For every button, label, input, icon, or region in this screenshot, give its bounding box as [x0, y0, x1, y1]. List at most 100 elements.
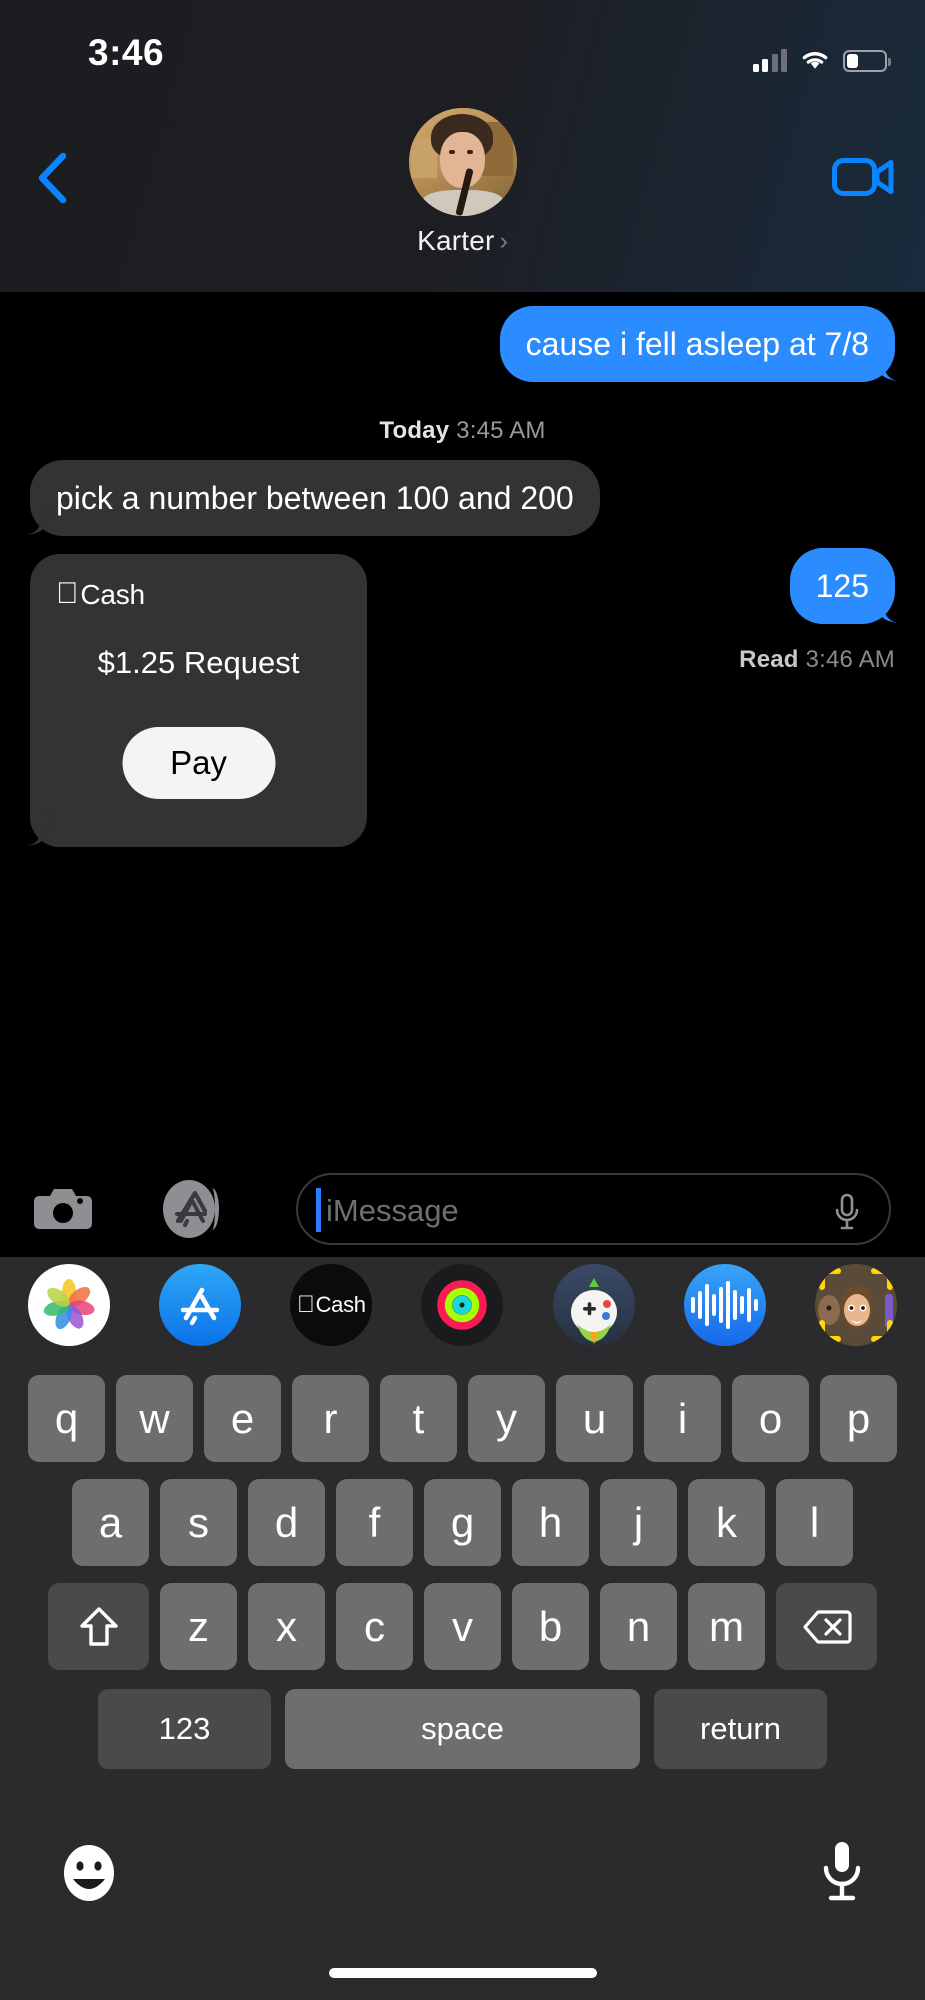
key-f[interactable]: f: [336, 1479, 413, 1566]
apple-cash-amount: $1.25 Request: [97, 645, 300, 680]
audio-message-app-icon[interactable]: [683, 1264, 766, 1346]
key-h[interactable]: h: [512, 1479, 589, 1566]
chevron-left-icon: [38, 152, 67, 204]
shift-arrow-icon: [79, 1606, 118, 1646]
dictation-key[interactable]: [817, 1838, 867, 1906]
bubble-tail-icon: [874, 348, 908, 382]
wifi-icon: [800, 48, 830, 72]
pay-button[interactable]: Pay: [122, 727, 275, 799]
emoji-key[interactable]: [58, 1842, 120, 1904]
camera-icon: [34, 1189, 92, 1229]
status-bar: 3:46: [0, 0, 925, 95]
key-g[interactable]: g: [424, 1479, 501, 1566]
contact-header[interactable]: Karter ›: [408, 108, 517, 257]
key-r[interactable]: r: [292, 1375, 369, 1462]
camera-button[interactable]: [33, 1184, 93, 1234]
navigation-bar: 3:46 Karter ›: [0, 0, 925, 292]
home-indicator: [328, 1968, 597, 1978]
apple-logo-icon: : [56, 578, 79, 609]
app-store-icon: [175, 1190, 208, 1227]
message-input-bar: iMessage: [0, 1162, 925, 1257]
back-button[interactable]: [26, 148, 78, 208]
day-divider: Today 3:45 AM: [0, 417, 925, 445]
key-p[interactable]: p: [820, 1375, 897, 1462]
keyboard-row-4: 123 space return: [0, 1670, 925, 1769]
read-receipt-label: Read: [739, 646, 799, 673]
key-x[interactable]: x: [248, 1583, 325, 1670]
key-u[interactable]: u: [556, 1375, 633, 1462]
keyboard-row-2: a s d f g h j k l: [0, 1462, 925, 1566]
emoji-smiley-icon: [64, 1845, 114, 1901]
key-b[interactable]: b: [512, 1583, 589, 1670]
audio-message-button[interactable]: [831, 1192, 863, 1232]
read-receipt-time: 3:46 AM: [805, 646, 895, 673]
keyboard-bottom-bar: [0, 1820, 925, 2000]
message-bubble-sent[interactable]: cause i fell asleep at 7/8: [499, 306, 895, 383]
key-k[interactable]: k: [688, 1479, 765, 1566]
apple-cash-app-label: Cash: [306, 1292, 366, 1317]
message-placeholder: iMessage: [326, 1193, 459, 1228]
key-v[interactable]: v: [424, 1583, 501, 1670]
delete-backspace-icon: [802, 1609, 852, 1644]
numbers-key[interactable]: 123: [98, 1689, 271, 1769]
shift-key[interactable]: [48, 1583, 149, 1670]
on-screen-keyboard[interactable]: q w e r t y u i o p a s d f g h j k l z …: [0, 1353, 925, 2000]
key-c[interactable]: c: [336, 1583, 413, 1670]
message-row-sent: 125: [789, 548, 898, 625]
messages-screen: 3:46 Karter › cause i fell asleep at 7/8…: [0, 0, 925, 2000]
apple-cash-brand:  Cash: [56, 578, 145, 611]
read-receipt: Read 3:46 AM: [739, 646, 895, 674]
message-row-sent: cause i fell asleep at 7/8: [499, 306, 898, 383]
day-divider-label: Today: [379, 417, 450, 444]
chevron-right-icon: ›: [499, 227, 508, 255]
app-store-app-icon[interactable]: [159, 1264, 242, 1346]
status-indicators: [752, 40, 891, 72]
keyboard-row-1: q w e r t y u i o p: [0, 1353, 925, 1462]
avatar[interactable]: [408, 108, 517, 216]
key-s[interactable]: s: [160, 1479, 237, 1566]
fitness-app-icon[interactable]: [421, 1264, 504, 1346]
key-a[interactable]: a: [72, 1479, 149, 1566]
key-i[interactable]: i: [644, 1375, 721, 1462]
key-t[interactable]: t: [380, 1375, 457, 1462]
memoji-app-icon[interactable]: [814, 1264, 897, 1346]
cellular-signal-icon: [752, 48, 787, 72]
status-time: 3:46: [88, 32, 165, 73]
apps-button[interactable]: [157, 1180, 219, 1238]
bubble-tail-icon: [17, 813, 51, 847]
message-bubble-received[interactable]: pick a number between 100 and 200: [30, 460, 600, 537]
return-key[interactable]: return: [654, 1689, 827, 1769]
apple-cash-card[interactable]:  Cash $1.25 Request Pay: [27, 554, 367, 847]
message-row-received: pick a number between 100 and 200: [27, 460, 600, 537]
key-o[interactable]: o: [732, 1375, 809, 1462]
key-m[interactable]: m: [688, 1583, 765, 1670]
video-camera-icon: [832, 158, 894, 196]
key-l[interactable]: l: [776, 1479, 853, 1566]
key-n[interactable]: n: [600, 1583, 677, 1670]
microphone-icon: [835, 1193, 859, 1230]
key-e[interactable]: e: [204, 1375, 281, 1462]
day-divider-time: 3:45 AM: [456, 417, 546, 444]
message-thread[interactable]: cause i fell asleep at 7/8 Today 3:45 AM…: [0, 292, 925, 1162]
text-cursor: [316, 1188, 321, 1232]
key-j[interactable]: j: [600, 1479, 677, 1566]
photos-app-icon[interactable]: [28, 1264, 110, 1346]
bubble-tail-icon: [874, 590, 908, 624]
message-input-field[interactable]: iMessage: [296, 1173, 891, 1245]
game-pigeon-app-icon[interactable]: [552, 1264, 635, 1346]
key-d[interactable]: d: [248, 1479, 325, 1566]
key-w[interactable]: w: [116, 1375, 193, 1462]
apple-cash-brand-label: Cash: [58, 579, 145, 610]
facetime-button[interactable]: [831, 148, 895, 206]
key-y[interactable]: y: [468, 1375, 545, 1462]
delete-key[interactable]: [776, 1583, 877, 1670]
bubble-tail-icon: [17, 502, 51, 536]
imessage-app-drawer[interactable]:  Cash: [0, 1257, 925, 1353]
key-q[interactable]: q: [28, 1375, 105, 1462]
space-key[interactable]: space: [285, 1689, 640, 1769]
apple-cash-app-icon[interactable]:  Cash: [290, 1264, 373, 1346]
key-z[interactable]: z: [160, 1583, 237, 1670]
apple-logo-icon: : [297, 1291, 315, 1319]
microphone-icon: [823, 1842, 861, 1901]
keyboard-row-3: z x c v b n m: [0, 1566, 925, 1670]
